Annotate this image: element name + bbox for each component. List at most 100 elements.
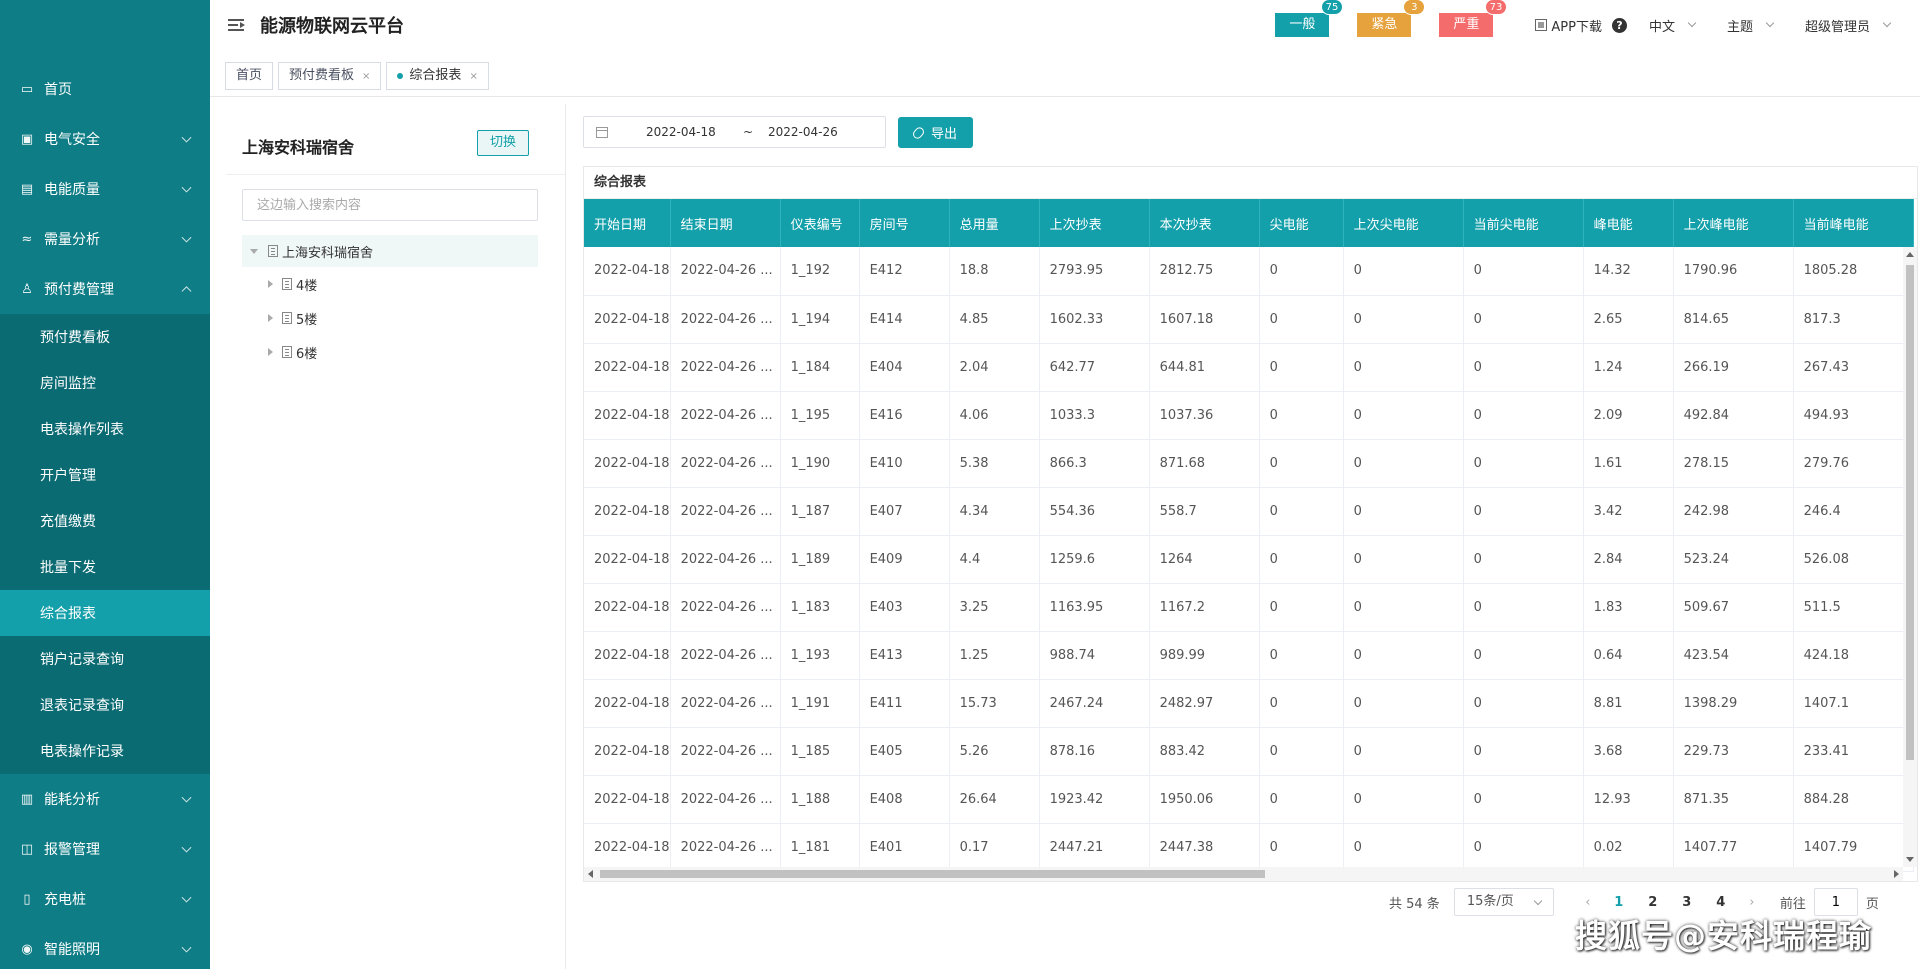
language-select[interactable]: 中文: [1649, 16, 1697, 35]
sidebar-subitem[interactable]: 退表记录查询: [0, 682, 210, 728]
switch-button[interactable]: 切换: [477, 130, 529, 156]
scroll-thumb[interactable]: [600, 870, 1265, 878]
alarm-badge[interactable]: 严重 73: [1439, 0, 1508, 37]
scroll-thumb[interactable]: [1906, 265, 1914, 760]
column-header[interactable]: 本次抄表: [1149, 199, 1260, 247]
sidebar-item[interactable]: ▣ 电气安全: [0, 114, 210, 164]
sidebar-item[interactable]: ▥ 能耗分析: [0, 774, 210, 824]
sidebar-item[interactable]: ♙ 预付费管理: [0, 264, 210, 314]
column-header[interactable]: 结束日期: [670, 199, 781, 247]
prev-page-button[interactable]: ‹: [1574, 895, 1602, 910]
table-cell: 2022-04-26 ...: [670, 775, 781, 824]
column-header[interactable]: 上次峰电能: [1673, 199, 1794, 247]
theme-select[interactable]: 主题: [1727, 16, 1775, 35]
table-row[interactable]: 2022-04-18 2022-04-26 ... 1_192 E412 18.8 279…: [584, 247, 1914, 296]
sidebar-item[interactable]: ▤ 电能质量: [0, 164, 210, 214]
sidebar-subitem[interactable]: 开户管理: [0, 452, 210, 498]
scroll-down-icon[interactable]: [1906, 857, 1914, 862]
tab-report[interactable]: 综合报表 ×: [386, 62, 489, 90]
sidebar-item[interactable]: ▯ 充电桩: [0, 874, 210, 924]
column-header[interactable]: 房间号: [859, 199, 950, 247]
alarm-badge[interactable]: 一般 75: [1275, 0, 1344, 37]
caret-down-icon[interactable]: [250, 248, 258, 254]
sidebar-item[interactable]: ≈ 需量分析: [0, 214, 210, 264]
sidebar-item-label: 能耗分析: [44, 792, 100, 808]
tree-node-root[interactable]: 上海安科瑞宿舍: [242, 235, 538, 267]
table-cell: 0: [1463, 439, 1584, 488]
date-range-picker[interactable]: 2022-04-18 ~ 2022-04-26: [583, 116, 886, 148]
column-header[interactable]: 峰电能: [1583, 199, 1674, 247]
column-header[interactable]: 当前峰电能: [1793, 199, 1914, 247]
table-row[interactable]: 2022-04-18 2022-04-26 ... 1_187 E407 4.34 554…: [584, 487, 1914, 536]
vertical-scrollbar[interactable]: [1903, 247, 1917, 867]
page-button[interactable]: 4: [1704, 895, 1738, 910]
table-row[interactable]: 2022-04-18 2022-04-26 ... 1_189 E409 4.4 1259…: [584, 535, 1914, 584]
sidebar-subitem[interactable]: 综合报表: [0, 590, 210, 636]
column-header[interactable]: 总用量: [949, 199, 1040, 247]
alarm-count: 73: [1484, 0, 1508, 15]
table-cell: 229.73: [1673, 727, 1794, 776]
page-button[interactable]: 1: [1602, 895, 1636, 910]
table-row[interactable]: 2022-04-18 2022-04-26 ... 1_195 E416 4.06 103…: [584, 391, 1914, 440]
sidebar-subitem[interactable]: 销户记录查询: [0, 636, 210, 682]
table-row[interactable]: 2022-04-18 2022-04-26 ... 1_193 E413 1.25 988…: [584, 631, 1914, 680]
sidebar-item[interactable]: ▭ 首页: [0, 64, 210, 114]
column-header[interactable]: 上次抄表: [1039, 199, 1150, 247]
table-cell: 2793.95: [1039, 247, 1150, 296]
table-cell: 2022-04-18: [584, 823, 671, 872]
menu-toggle-icon[interactable]: [228, 18, 246, 32]
table-row[interactable]: 2022-04-18 2022-04-26 ... 1_185 E405 5.26 878…: [584, 727, 1914, 776]
column-header[interactable]: 开始日期: [584, 199, 671, 247]
scroll-left-icon[interactable]: [588, 870, 593, 878]
table-row[interactable]: 2022-04-18 2022-04-26 ... 1_190 E410 5.38 866…: [584, 439, 1914, 488]
page-button[interactable]: 3: [1670, 895, 1704, 910]
close-icon[interactable]: ×: [362, 71, 370, 82]
column-header[interactable]: 尖电能: [1259, 199, 1344, 247]
horizontal-scrollbar[interactable]: [584, 867, 1903, 881]
start-date[interactable]: 2022-04-18: [646, 125, 726, 139]
sidebar-item[interactable]: ◉ 智能照明: [0, 924, 210, 969]
caret-right-icon[interactable]: [268, 314, 273, 322]
caret-right-icon[interactable]: [268, 348, 273, 356]
table-cell: 1163.95: [1039, 583, 1150, 632]
sidebar-subitem[interactable]: 预付费看板: [0, 314, 210, 360]
tree-node-floor[interactable]: 6楼: [266, 336, 317, 368]
sidebar-item[interactable]: ◫ 报警管理: [0, 824, 210, 874]
user-menu[interactable]: 超级管理员: [1805, 16, 1892, 35]
column-header[interactable]: 仪表编号: [780, 199, 860, 247]
sidebar-subitem[interactable]: 充值缴费: [0, 498, 210, 544]
table-row[interactable]: 2022-04-18 2022-04-26 ... 1_184 E404 2.04 642…: [584, 343, 1914, 392]
column-header[interactable]: 当前尖电能: [1463, 199, 1584, 247]
table-cell: 989.99: [1149, 631, 1260, 680]
page-button[interactable]: 2: [1636, 895, 1670, 910]
sidebar-subitem[interactable]: 房间监控: [0, 360, 210, 406]
table-row[interactable]: 2022-04-18 2022-04-26 ... 1_191 E411 15.73 24…: [584, 679, 1914, 728]
next-page-button[interactable]: ›: [1738, 895, 1766, 910]
tab-home[interactable]: 首页: [225, 62, 274, 90]
menu-icon: ◉: [21, 941, 33, 957]
end-date[interactable]: 2022-04-26: [768, 125, 838, 139]
page-size-select[interactable]: 15条/页: [1453, 888, 1554, 916]
sidebar-subitem[interactable]: 批量下发: [0, 544, 210, 590]
table-row[interactable]: 2022-04-18 2022-04-26 ... 1_183 E403 3.25 116…: [584, 583, 1914, 632]
tree-node-floor[interactable]: 5楼: [266, 302, 317, 334]
scroll-right-icon[interactable]: [1894, 870, 1899, 878]
alarm-badge[interactable]: 紧急 3: [1357, 0, 1426, 37]
table-row[interactable]: 2022-04-18 2022-04-26 ... 1_188 E408 26.64 19…: [584, 775, 1914, 824]
table-row[interactable]: 2022-04-18 2022-04-26 ... 1_181 E401 0.17 244…: [584, 823, 1914, 872]
table-cell: 0: [1343, 775, 1464, 824]
table-row[interactable]: 2022-04-18 2022-04-26 ... 1_194 E414 4.85 160…: [584, 295, 1914, 344]
app-download-link[interactable]: APP下载 ?: [1535, 16, 1627, 35]
sidebar-subitem[interactable]: 电表操作列表: [0, 406, 210, 452]
export-button[interactable]: 导出: [898, 117, 973, 148]
scroll-up-icon[interactable]: [1906, 252, 1914, 257]
paperclip-icon: [911, 125, 926, 140]
tree-node-floor[interactable]: 4楼: [266, 268, 317, 300]
column-header[interactable]: 上次尖电能: [1343, 199, 1464, 247]
close-icon[interactable]: ×: [469, 71, 477, 82]
sidebar-subitem[interactable]: 电表操作记录: [0, 728, 210, 774]
caret-right-icon[interactable]: [268, 280, 273, 288]
tab-prepaid-dashboard[interactable]: 预付费看板 ×: [278, 62, 382, 90]
tree-search-input[interactable]: [242, 189, 538, 221]
help-icon[interactable]: ?: [1611, 17, 1627, 33]
